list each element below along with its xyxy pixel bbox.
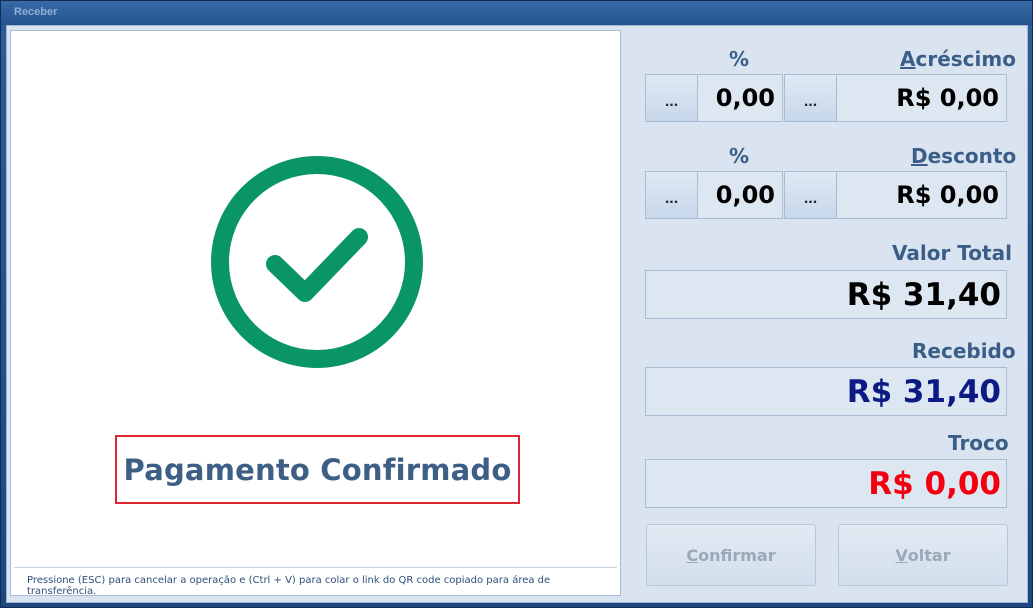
desconto-label: Desconto <box>911 144 1016 168</box>
acrescimo-label-accesskey: A <box>900 47 916 71</box>
voltar-button[interactable]: Voltar <box>838 524 1008 586</box>
payment-status-text: Pagamento Confirmado <box>123 452 512 487</box>
desconto-label-accesskey: D <box>911 144 928 168</box>
acrescimo-label: Acréscimo <box>900 47 1016 71</box>
receber-window: Receber Pagamento Confirmado Pressione (… <box>0 0 1033 608</box>
recebido-label: Recebido <box>912 339 1016 363</box>
confirmar-accesskey: C <box>686 545 699 565</box>
troco-label: Troco <box>948 431 1009 455</box>
keyboard-hint: Pressione (ESC) para cancelar a operação… <box>14 567 617 597</box>
acrescimo-value-field[interactable]: R$ 0,00 <box>836 74 1007 122</box>
valor-total-label: Valor Total <box>892 241 1012 265</box>
valor-total-field: R$ 31,40 <box>645 270 1007 319</box>
status-message-box: Pagamento Confirmado <box>115 435 520 504</box>
recebido-field[interactable]: R$ 31,40 <box>645 367 1007 416</box>
confirmar-button[interactable]: Confirmar <box>646 524 816 586</box>
desconto-value-field[interactable]: R$ 0,00 <box>836 171 1007 219</box>
confirmar-label-rest: onfirmar <box>698 545 776 565</box>
check-circle-icon <box>211 156 423 368</box>
desconto-percent-field[interactable]: 0,00 <box>697 171 783 219</box>
window-title: Receber <box>1 1 1032 25</box>
desconto-percent-label: % <box>729 144 750 168</box>
acrescimo-label-rest: créscimo <box>915 47 1016 71</box>
desconto-percent-dots-button[interactable]: ... <box>645 171 697 219</box>
acrescimo-percent-dots-button[interactable]: ... <box>645 74 697 122</box>
payment-status-panel: Pagamento Confirmado Pressione (ESC) par… <box>10 30 621 597</box>
voltar-accesskey: V <box>895 545 908 565</box>
acrescimo-percent-label: % <box>729 47 750 71</box>
acrescimo-value-dots-button[interactable]: ... <box>784 74 836 122</box>
troco-field: R$ 0,00 <box>645 459 1007 508</box>
desconto-label-rest: esconto <box>927 144 1017 168</box>
desconto-value-dots-button[interactable]: ... <box>784 171 836 219</box>
window-client-area: Pagamento Confirmado Pressione (ESC) par… <box>6 25 1028 603</box>
voltar-label-rest: oltar <box>907 545 951 565</box>
acrescimo-percent-field[interactable]: 0,00 <box>697 74 783 122</box>
